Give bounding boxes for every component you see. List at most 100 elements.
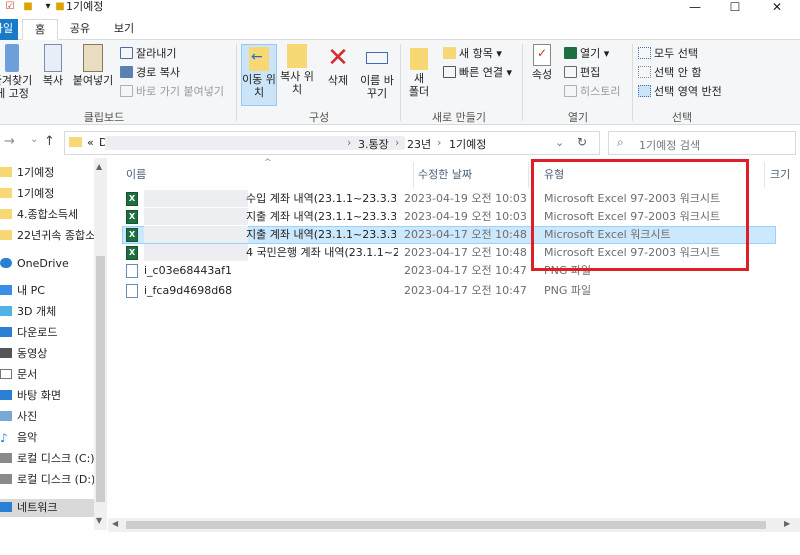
minimize-button[interactable]: — bbox=[680, 0, 710, 16]
chevron-down-icon[interactable]: ⌄ bbox=[555, 136, 564, 149]
group-divider bbox=[632, 44, 633, 121]
nav-item[interactable]: 문서 bbox=[0, 366, 94, 384]
refresh-icon[interactable]: ↻ bbox=[577, 135, 587, 149]
nav-pane-scroll-thumb[interactable] bbox=[96, 256, 105, 502]
properties-button[interactable]: ✓ 속성 bbox=[526, 44, 558, 81]
file-list-hscrollbar[interactable]: ◀ ▶ bbox=[108, 518, 800, 532]
search-input[interactable]: 1기예정 검색 bbox=[639, 137, 700, 153]
copy-path-button[interactable]: 경로 복사 bbox=[120, 65, 180, 81]
pc-icon bbox=[0, 285, 12, 295]
nav-item[interactable]: 1기예정 bbox=[0, 185, 94, 203]
close-button[interactable]: ✕ bbox=[762, 0, 792, 16]
video-icon bbox=[0, 348, 12, 358]
nav-item-label: 문서 bbox=[17, 368, 38, 381]
nav-item[interactable]: 바탕 화면 bbox=[0, 387, 94, 405]
select-none-button[interactable]: 선택 안 함 bbox=[638, 65, 701, 81]
breadcrumb-overflow[interactable]: « bbox=[87, 136, 94, 149]
search-box[interactable]: ⌕ 1기예정 검색 bbox=[608, 131, 796, 155]
file-row[interactable]: i_fca9d4698d68 2023-04-17 오전 10:47 PNG 파… bbox=[122, 282, 776, 300]
folder-icon bbox=[69, 137, 82, 147]
column-divider[interactable] bbox=[413, 162, 414, 188]
nav-item-label: 1기예정 bbox=[17, 187, 55, 200]
maximize-button[interactable]: ☐ bbox=[720, 0, 750, 16]
nav-item[interactable]: 사진 bbox=[0, 408, 94, 426]
tab-home[interactable]: 홈 bbox=[22, 19, 58, 40]
breadcrumb-item[interactable]: 1기예정 bbox=[449, 136, 486, 152]
customize-quick-access-icon[interactable]: ▾ bbox=[42, 0, 54, 14]
nav-item[interactable]: 로컬 디스크 (D:) bbox=[0, 471, 94, 489]
nav-item[interactable]: 3D 개체 bbox=[0, 303, 94, 321]
column-divider[interactable] bbox=[528, 162, 529, 188]
paste-shortcut-button[interactable]: 바로 가기 붙여넣기 bbox=[120, 84, 224, 100]
file-date: 2023-04-17 오전 10:47 bbox=[404, 284, 527, 297]
properties-quick-icon[interactable]: ☑ bbox=[4, 0, 16, 14]
nav-item[interactable]: 1기예정 bbox=[0, 164, 94, 182]
folder-quick-icon[interactable]: ■ bbox=[22, 0, 34, 14]
file-name: i_fca9d4698d68 bbox=[144, 284, 233, 297]
rename-icon bbox=[366, 52, 388, 64]
open-group-label: 열기 bbox=[567, 111, 589, 124]
pin-icon bbox=[5, 44, 19, 72]
history-button[interactable]: 히스토리 bbox=[564, 84, 620, 100]
blurred-filename bbox=[144, 208, 248, 225]
new-folder-button[interactable]: 새 폴더 bbox=[404, 44, 434, 98]
file-name: 수입 계좌 내역(23.1.1~23.3.30) bbox=[246, 192, 396, 205]
scroll-right-icon[interactable]: ▶ bbox=[784, 519, 790, 528]
nav-item-network[interactable]: 네트워크 bbox=[0, 499, 94, 517]
nav-item[interactable]: 다운로드 bbox=[0, 324, 94, 342]
file-name: i_c03e68443af1 bbox=[144, 264, 232, 277]
easy-access-icon bbox=[443, 66, 456, 78]
nav-item-label: 내 PC bbox=[17, 284, 45, 297]
column-divider[interactable] bbox=[764, 162, 765, 188]
copy-to-icon bbox=[287, 44, 307, 68]
copy-to-button[interactable]: 복사 위치 bbox=[280, 44, 314, 96]
select-all-button[interactable]: 모두 선택 bbox=[638, 46, 698, 62]
nav-item-this-pc[interactable]: 내 PC bbox=[0, 282, 94, 300]
forward-arrow-icon[interactable]: → bbox=[4, 134, 15, 149]
paste-button[interactable]: 붙여넣기 bbox=[72, 44, 114, 87]
edit-button[interactable]: 편집 bbox=[564, 65, 600, 81]
column-header-name[interactable]: 이름 bbox=[126, 166, 146, 182]
nav-item-label: 동영상 bbox=[17, 347, 48, 360]
scroll-left-icon[interactable]: ◀ bbox=[112, 519, 118, 528]
copy-button[interactable]: 복사 bbox=[38, 44, 68, 87]
select-group-label: 선택 bbox=[671, 111, 693, 124]
scroll-up-icon[interactable]: ▲ bbox=[96, 162, 102, 171]
nav-item[interactable]: 동영상 bbox=[0, 345, 94, 363]
rename-button[interactable]: 이름 바꾸기 bbox=[358, 44, 396, 100]
new-item-button[interactable]: 새 항목 ▾ bbox=[443, 46, 502, 62]
breadcrumb-item[interactable]: 23년 bbox=[407, 136, 431, 152]
address-bar[interactable]: « D › 3.통장 › 23년 › 1기예정 ⌄ ↻ bbox=[64, 131, 600, 155]
new-folder-label: 새 폴더 bbox=[408, 72, 430, 98]
nav-item[interactable]: ♪ 음악 bbox=[0, 429, 94, 447]
tab-share[interactable]: 공유 bbox=[62, 19, 98, 40]
nav-item-label: 22년귀속 종합소 bbox=[17, 229, 94, 242]
tab-file[interactable]: 파일 bbox=[0, 19, 18, 40]
delete-button[interactable]: ✕ 삭제 bbox=[322, 44, 354, 87]
tab-view[interactable]: 보기 bbox=[106, 19, 142, 40]
breadcrumb-item[interactable]: 3.통장 bbox=[358, 136, 389, 152]
scroll-down-icon[interactable]: ▼ bbox=[96, 516, 102, 525]
new-group-label: 새로 만들기 bbox=[431, 111, 487, 124]
column-header-size[interactable]: 크기 bbox=[770, 166, 790, 182]
cut-button[interactable]: 잘라내기 bbox=[120, 46, 176, 62]
excel-icon bbox=[564, 47, 577, 59]
desktop-icon bbox=[0, 390, 12, 400]
nav-item[interactable]: 로컬 디스크 (C:) bbox=[0, 450, 94, 468]
nav-item[interactable]: 22년귀속 종합소 bbox=[0, 227, 94, 245]
pin-quick-access-button[interactable]: 즐겨찾기에 고정 bbox=[0, 44, 34, 100]
rename-label: 이름 바꾸기 bbox=[360, 74, 394, 100]
move-to-button[interactable]: ← 이동 위치 bbox=[241, 44, 277, 106]
column-header-date[interactable]: 수정한 날짜 bbox=[418, 166, 472, 182]
hscroll-thumb[interactable] bbox=[126, 521, 766, 529]
easy-access-button[interactable]: 빠른 연결 ▾ bbox=[443, 65, 512, 81]
recent-locations-icon[interactable]: ⌄ bbox=[30, 134, 38, 145]
excel-icon bbox=[126, 192, 138, 206]
invert-selection-label: 선택 영역 반전 bbox=[654, 85, 722, 98]
open-button[interactable]: 열기 ▾ bbox=[564, 46, 609, 62]
picture-icon bbox=[0, 411, 12, 421]
nav-item-onedrive[interactable]: OneDrive bbox=[0, 255, 94, 273]
invert-selection-button[interactable]: 선택 영역 반전 bbox=[638, 84, 722, 100]
up-arrow-icon[interactable]: ↑ bbox=[44, 134, 55, 149]
nav-item[interactable]: 4.종합소득세 bbox=[0, 206, 94, 224]
